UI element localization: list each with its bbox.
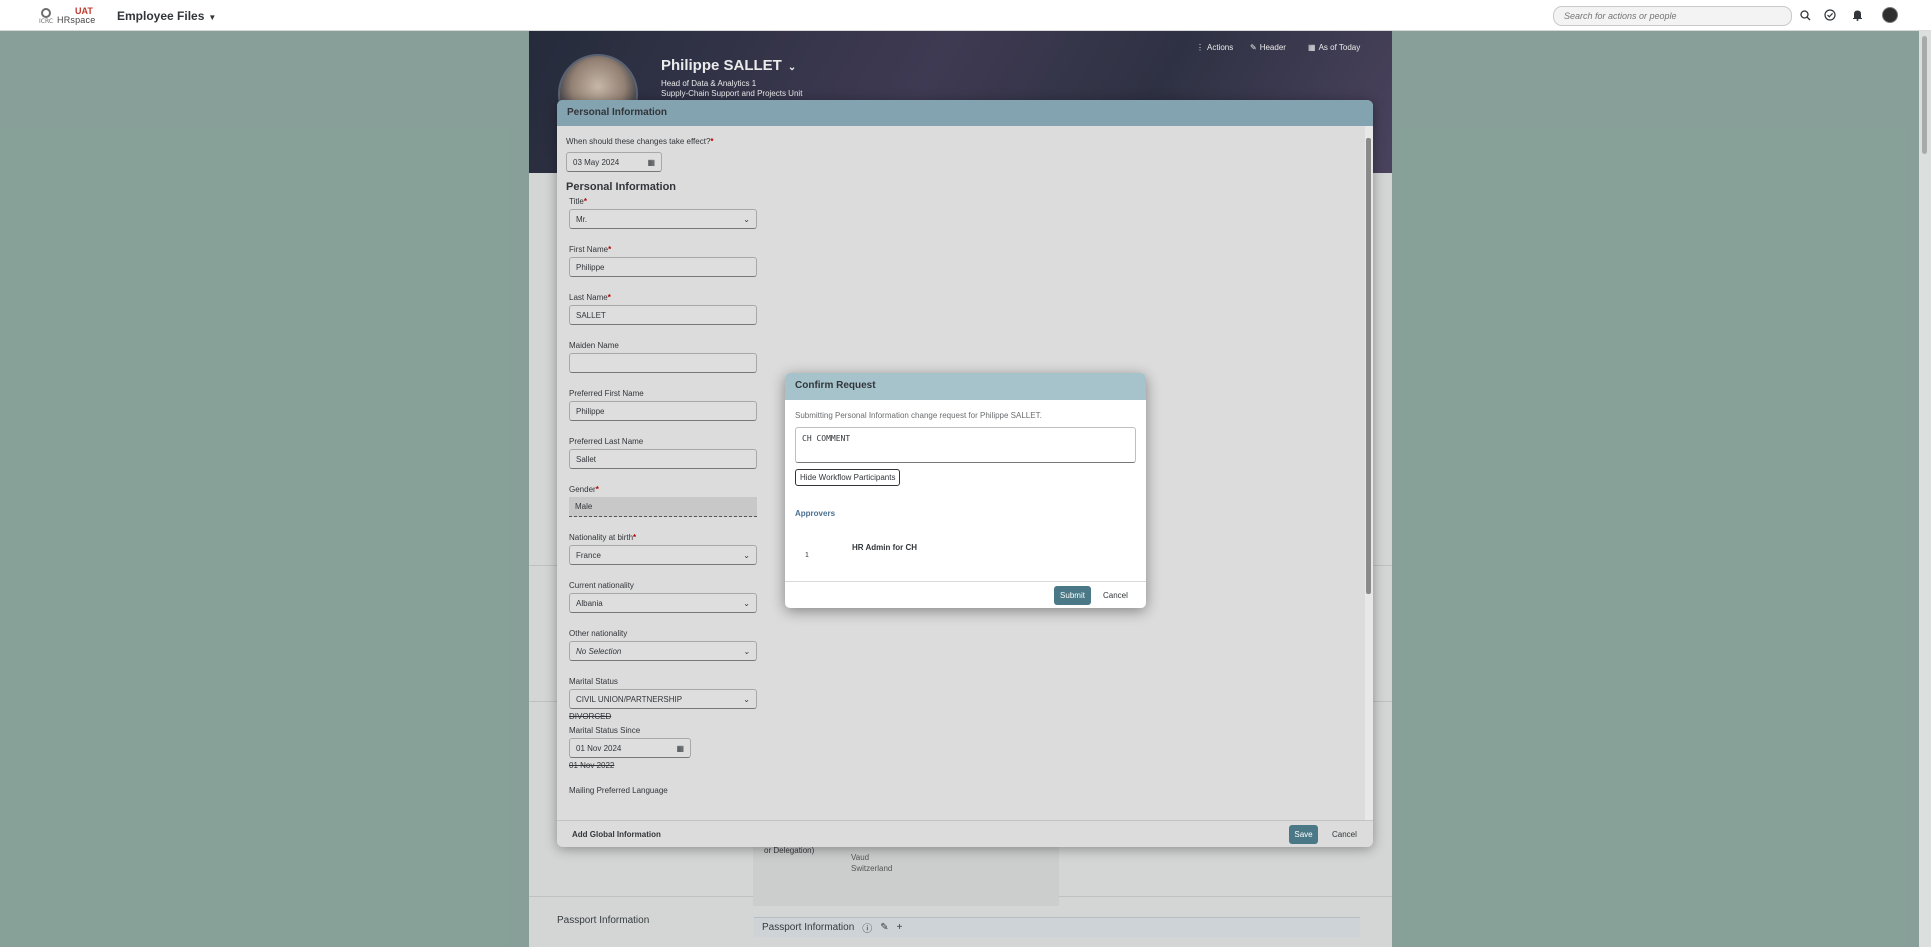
- chevron-down-icon: ⌄: [743, 214, 750, 224]
- marital-status-select[interactable]: CIVIL UNION/PARTNERSHIP ⌄: [569, 689, 757, 709]
- approvers-heading: Approvers: [795, 509, 836, 518]
- approver-step: 1: [805, 552, 809, 559]
- logo-text: HRspace: [57, 15, 96, 25]
- section-title: Personal Information: [566, 181, 677, 193]
- approvals-icon[interactable]: [1823, 8, 1837, 22]
- other-nationality-select[interactable]: No Selection ⌄: [569, 641, 757, 661]
- effective-date-label: When should these changes take effect?*: [566, 137, 714, 146]
- chevron-down-icon: ⌄: [743, 646, 750, 656]
- shell-bar: ICRC UAT HRspace Employee Files ▼: [0, 0, 1931, 31]
- nationality-birth-value: France: [576, 550, 601, 560]
- confirm-description: Submitting Personal Information change r…: [795, 411, 1042, 420]
- marital-since-label: Marital Status Since: [569, 726, 641, 735]
- maiden-name-field[interactable]: [569, 353, 757, 373]
- current-nationality-label: Current nationality: [569, 581, 634, 590]
- other-nationality-label: Other nationality: [569, 629, 628, 638]
- preferred-first-name-value: Philippe: [576, 406, 605, 416]
- nationality-birth-select[interactable]: France ⌄: [569, 545, 757, 565]
- mailing-language-label: Mailing Preferred Language: [569, 786, 668, 795]
- marital-since-previous: 01 Nov 2022: [569, 761, 615, 770]
- marital-status-value: CIVIL UNION/PARTNERSHIP: [576, 694, 683, 704]
- marital-status-previous: DIVORCED: [569, 712, 612, 721]
- approver-role: HR Admin for CH: [852, 543, 918, 552]
- add-global-info-button[interactable]: Add Global Information: [572, 830, 661, 839]
- last-name-label: Last Name*: [569, 293, 611, 302]
- calendar-icon[interactable]: ▦: [647, 158, 655, 167]
- title-label: Title*: [569, 197, 587, 206]
- hide-participants-button[interactable]: Hide Workflow Participants: [795, 469, 901, 486]
- confirm-dialog-title: Confirm Request: [785, 373, 1146, 400]
- calendar-icon[interactable]: ▦: [676, 744, 684, 753]
- first-name-label: First Name*: [569, 245, 612, 254]
- marital-status-label: Marital Status: [569, 677, 618, 686]
- maiden-name-label: Maiden Name: [569, 341, 619, 350]
- app-title: Employee Files: [117, 9, 205, 23]
- bell-icon[interactable]: [1850, 8, 1864, 22]
- preferred-last-name-label: Preferred Last Name: [569, 437, 644, 446]
- effective-date-value: 03 May 2024: [573, 157, 620, 167]
- marital-since-value: 01 Nov 2024: [576, 743, 622, 753]
- dialog-scrollbar-thumb[interactable]: [1366, 138, 1371, 594]
- title-value: Mr.: [576, 214, 588, 224]
- preferred-first-name-field[interactable]: Philippe: [569, 401, 757, 421]
- search-input[interactable]: [1553, 6, 1792, 26]
- confirm-request-dialog: Confirm Request Submitting Personal Info…: [785, 373, 1146, 608]
- cancel-button[interactable]: Cancel: [1332, 825, 1357, 844]
- gender-field: Male: [569, 497, 757, 517]
- logo-org: ICRC: [39, 18, 54, 25]
- comment-textarea[interactable]: CH COMMENT: [795, 427, 1136, 463]
- title-select[interactable]: Mr. ⌄: [569, 209, 757, 229]
- last-name-value: SALLET: [576, 310, 606, 320]
- caret-down-icon: ▼: [208, 13, 217, 22]
- first-name-value: Philippe: [576, 262, 605, 272]
- logo-icon[interactable]: [41, 8, 51, 18]
- app-title-menu[interactable]: Employee Files ▼: [117, 9, 216, 23]
- search-icon[interactable]: [1798, 8, 1812, 22]
- preferred-last-name-value: Sallet: [576, 454, 597, 464]
- marital-since-picker[interactable]: 01 Nov 2024 ▦: [569, 738, 691, 758]
- first-name-field[interactable]: Philippe: [569, 257, 757, 277]
- user-avatar[interactable]: [1882, 7, 1898, 23]
- current-nationality-value: Albania: [576, 598, 603, 608]
- current-nationality-select[interactable]: Albania ⌄: [569, 593, 757, 613]
- chevron-down-icon: ⌄: [743, 550, 750, 560]
- confirm-footer: Submit Cancel: [785, 581, 1146, 608]
- submit-button[interactable]: Submit: [1054, 586, 1091, 605]
- nationality-birth-label: Nationality at birth*: [569, 533, 637, 542]
- dialog-footer: Add Global Information Save Cancel: [557, 820, 1373, 847]
- cancel-button[interactable]: Cancel: [1103, 586, 1128, 605]
- other-nationality-value: No Selection: [576, 646, 622, 656]
- chevron-down-icon: ⌄: [743, 598, 750, 608]
- gender-value: Male: [575, 502, 593, 511]
- save-button[interactable]: Save: [1289, 825, 1318, 844]
- chevron-down-icon: ⌄: [743, 694, 750, 704]
- preferred-last-name-field[interactable]: Sallet: [569, 449, 757, 469]
- dialog-title: Personal Information: [557, 100, 1373, 126]
- preferred-first-name-label: Preferred First Name: [569, 389, 644, 398]
- gender-label: Gender*: [569, 485, 599, 494]
- effective-date-picker[interactable]: 03 May 2024 ▦: [566, 152, 662, 172]
- last-name-field[interactable]: SALLET: [569, 305, 757, 325]
